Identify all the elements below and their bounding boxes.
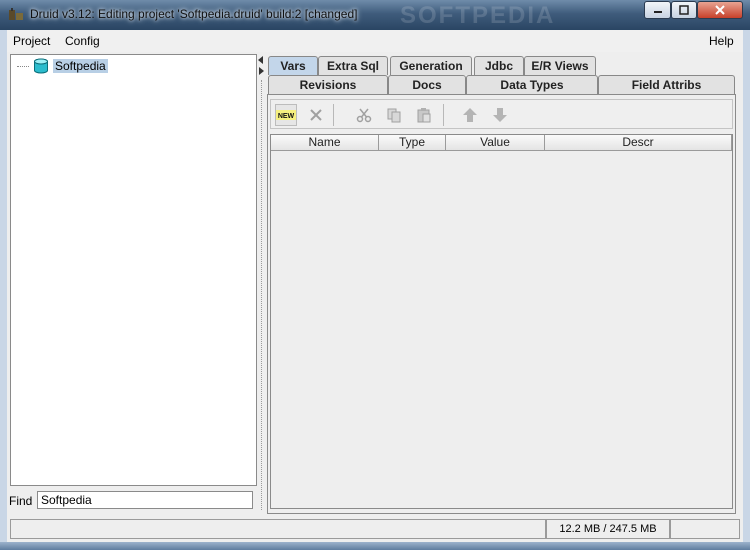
window-title: Druid v3.12: Editing project 'Softpedia.… (30, 7, 358, 21)
cut-button[interactable] (353, 104, 375, 126)
find-input[interactable] (37, 491, 253, 509)
menu-project[interactable]: Project (13, 34, 50, 48)
new-button[interactable]: NEW (275, 104, 297, 126)
tree-item-label: Softpedia (53, 59, 108, 73)
collapse-right-icon[interactable] (259, 67, 264, 75)
minimize-button[interactable] (644, 1, 671, 19)
new-icon-text: NEW (278, 113, 295, 120)
app-window: Druid v3.12: Editing project 'Softpedia.… (0, 0, 750, 550)
delete-button[interactable] (305, 104, 327, 126)
up-arrow-icon (463, 108, 477, 122)
tab-data-types[interactable]: Data Types (466, 75, 598, 94)
copy-icon (387, 108, 401, 123)
project-tree[interactable]: Softpedia (10, 54, 257, 486)
column-header-name[interactable]: Name (271, 135, 379, 151)
tree-item-root[interactable]: Softpedia (17, 58, 108, 74)
copy-button[interactable] (383, 104, 405, 126)
paste-icon (417, 108, 431, 123)
status-extra (670, 519, 740, 539)
new-icon: NEW (276, 110, 296, 120)
delete-icon (310, 109, 322, 121)
tab-revisions[interactable]: Revisions (268, 75, 388, 94)
window-frame-bottom (0, 542, 750, 550)
collapse-left-icon[interactable] (258, 56, 263, 64)
tab-er-views[interactable]: E/R Views (524, 56, 596, 75)
divider-grip (261, 80, 264, 510)
cut-icon (356, 108, 372, 123)
maximize-button[interactable] (671, 1, 697, 19)
menu-config[interactable]: Config (65, 34, 100, 48)
memory-status: 12.2 MB / 247.5 MB (546, 519, 670, 539)
tab-docs[interactable]: Docs (388, 75, 466, 94)
vars-panel: NEW Name Type Value Descr (267, 94, 736, 514)
paste-button[interactable] (413, 104, 435, 126)
tab-generation[interactable]: Generation (390, 56, 472, 75)
status-message (10, 519, 546, 539)
menu-bar: Project Config Help (7, 30, 743, 53)
watermark: SOFTPEDIA (400, 2, 556, 29)
tab-jdbc[interactable]: Jdbc (474, 56, 524, 75)
tab-vars[interactable]: Vars (268, 56, 318, 75)
vars-table[interactable]: Name Type Value Descr (270, 134, 733, 509)
minimize-icon (653, 11, 662, 13)
move-down-button[interactable] (489, 104, 511, 126)
toolbar-separator (443, 104, 444, 126)
close-button[interactable] (697, 1, 743, 19)
table-header: Name Type Value Descr (271, 135, 732, 151)
move-up-button[interactable] (459, 104, 481, 126)
down-arrow-icon (493, 108, 507, 122)
tab-extra-sql[interactable]: Extra Sql (318, 56, 388, 75)
druid-app-icon (9, 8, 23, 20)
column-header-value[interactable]: Value (446, 135, 545, 151)
tab-field-attribs[interactable]: Field Attribs (598, 75, 735, 94)
maximize-icon (679, 5, 689, 15)
tree-connector (17, 66, 29, 67)
client-area: Softpedia Find Vars Extra Sql Generation… (7, 52, 743, 542)
split-divider[interactable] (258, 52, 266, 514)
database-icon (34, 58, 48, 74)
toolbar: NEW (270, 99, 733, 129)
toolbar-separator (333, 104, 334, 126)
close-icon (715, 5, 725, 15)
title-bar[interactable]: Druid v3.12: Editing project 'Softpedia.… (0, 0, 750, 30)
find-label: Find (9, 494, 33, 508)
column-header-type[interactable]: Type (379, 135, 446, 151)
menu-help[interactable]: Help (709, 34, 734, 48)
column-header-descr[interactable]: Descr (545, 135, 732, 151)
